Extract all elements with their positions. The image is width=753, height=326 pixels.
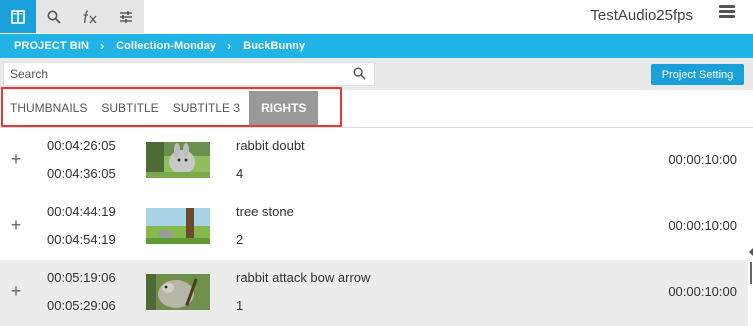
timecode-out: 00:04:54:19 bbox=[47, 232, 116, 247]
project-setting-button[interactable]: Project Setting bbox=[651, 64, 744, 85]
clip-thumbnail bbox=[146, 142, 210, 178]
search-input[interactable] bbox=[4, 63, 344, 85]
clip-duration: 00:00:10:00 bbox=[668, 284, 737, 299]
chevron-right-icon: › bbox=[227, 39, 232, 53]
breadcrumb-collection[interactable]: Collection-Monday bbox=[116, 40, 216, 52]
breadcrumb-project-bin[interactable]: PROJECT BIN bbox=[14, 40, 89, 52]
clip-thumbnail bbox=[146, 274, 210, 310]
app-title: TestAudio25fps bbox=[590, 7, 693, 24]
clip-row[interactable]: + 00:04:26:05 00:04:36:05 rabbit doubt 4… bbox=[0, 128, 748, 194]
sliders-icon bbox=[120, 10, 132, 23]
hamburger-menu-icon[interactable] bbox=[719, 5, 735, 19]
clip-rights-number: 2 bbox=[236, 232, 244, 247]
timecode-in: 00:04:26:05 bbox=[47, 138, 116, 153]
search-icon[interactable] bbox=[353, 67, 366, 80]
clip-rights-number: 4 bbox=[236, 166, 244, 181]
timecode-in: 00:04:44:19 bbox=[47, 204, 116, 219]
timecode-out: 00:04:36:05 bbox=[47, 166, 116, 181]
search-box bbox=[3, 62, 375, 86]
panel-layout-tool-button[interactable] bbox=[0, 0, 36, 33]
search-tool-button[interactable] bbox=[36, 0, 72, 33]
scrollbar-handle[interactable] bbox=[750, 262, 752, 284]
effects-tool-button[interactable] bbox=[72, 0, 108, 33]
effects-fx-icon bbox=[83, 9, 97, 23]
breadcrumb: PROJECT BIN › Collection-Monday › BuckBu… bbox=[0, 34, 753, 58]
tab-thumbnails[interactable]: THUMBNAILS bbox=[3, 91, 94, 125]
clip-rights-number: 1 bbox=[236, 298, 244, 313]
expand-plus-icon[interactable]: + bbox=[9, 216, 23, 234]
top-toolbar: TestAudio25fps bbox=[0, 0, 753, 34]
clip-row[interactable]: + 00:04:44:19 00:04:54:19 tree stone 2 0… bbox=[0, 194, 748, 260]
clip-name: rabbit doubt bbox=[236, 138, 305, 153]
clip-row[interactable]: + 00:05:19:06 00:05:29:06 rabbit attack … bbox=[0, 260, 748, 326]
chevron-right-icon: › bbox=[100, 39, 105, 53]
adjustments-tool-button[interactable] bbox=[108, 0, 144, 33]
search-icon bbox=[47, 10, 61, 24]
tab-subtitle[interactable]: SUBTITLE bbox=[94, 91, 165, 125]
tab-rights[interactable]: RIGHTS bbox=[249, 91, 319, 125]
expand-plus-icon[interactable]: + bbox=[9, 150, 23, 168]
expand-plus-icon[interactable]: + bbox=[9, 282, 23, 300]
timecode-out: 00:05:29:06 bbox=[47, 298, 116, 313]
tab-subtitle-3[interactable]: SUBTITLE 3 bbox=[166, 91, 247, 125]
tab-bar: THUMBNAILS SUBTITLE SUBTITLE 3 RIGHTS bbox=[3, 91, 319, 125]
clip-name: rabbit attack bow arrow bbox=[236, 270, 371, 285]
search-row: Project Setting bbox=[0, 58, 753, 90]
panel-layout-icon bbox=[11, 9, 25, 24]
clip-name: tree stone bbox=[236, 204, 294, 219]
breadcrumb-current-clip[interactable]: BuckBunny bbox=[243, 40, 305, 52]
clip-duration: 00:00:10:00 bbox=[668, 152, 737, 167]
collapse-arrow-icon[interactable] bbox=[749, 248, 753, 256]
clip-thumbnail bbox=[146, 208, 210, 244]
timecode-in: 00:05:19:06 bbox=[47, 270, 116, 285]
clip-duration: 00:00:10:00 bbox=[668, 218, 737, 233]
